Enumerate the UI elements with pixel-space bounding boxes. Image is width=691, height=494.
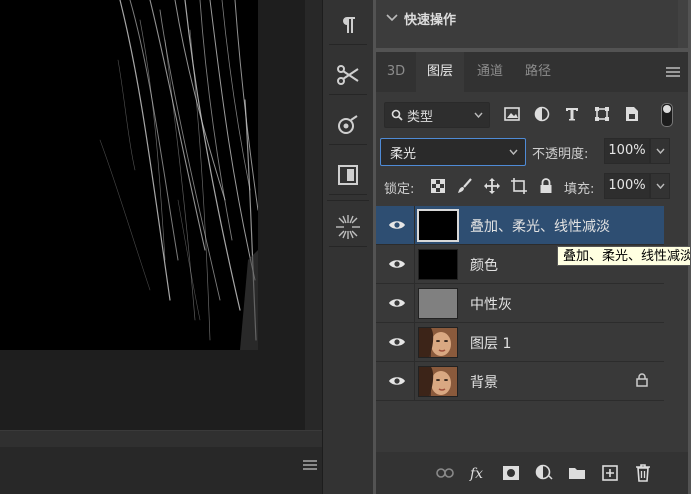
quick-actions-scrollbar[interactable] — [678, 0, 688, 48]
navigator-icon[interactable] — [329, 156, 367, 195]
quick-actions-panel: 快速操作 — [376, 0, 688, 48]
lock-image-pixels-icon[interactable] — [455, 176, 475, 196]
layers-panel-footer: fx — [376, 452, 688, 494]
lock-artboard-icon[interactable] — [509, 176, 529, 196]
layer-name[interactable]: 颜色 — [470, 255, 498, 275]
chevron-down-icon — [655, 148, 665, 154]
tab-layers[interactable]: 图层 — [416, 52, 464, 92]
layer-row[interactable]: 图层 1 — [376, 323, 664, 362]
new-group-icon[interactable] — [566, 462, 588, 484]
layer-thumbnail[interactable] — [418, 288, 458, 319]
filter-kind-select[interactable]: 类型 — [384, 102, 490, 128]
filter-toggle-switch[interactable] — [661, 103, 673, 127]
panel-menu-icon[interactable] — [666, 67, 680, 79]
smart-object-filter-icon[interactable] — [622, 104, 642, 124]
layers-panel: 3D 图层 通道 路径 类型 柔光 不透明度: 100% 锁定: 填充: 100… — [376, 52, 688, 494]
layer-filter-row: 类型 — [376, 100, 688, 130]
layer-thumbnail[interactable] — [418, 327, 458, 358]
lock-all-icon[interactable] — [536, 176, 556, 196]
visibility-eye-icon[interactable] — [388, 374, 406, 388]
paragraph-icon[interactable] — [329, 6, 367, 45]
adjustment-layer-filter-icon[interactable] — [532, 104, 552, 124]
layer-row[interactable]: 中性灰 — [376, 284, 664, 323]
tab-paths[interactable]: 路径 — [516, 52, 560, 92]
add-mask-icon[interactable] — [500, 462, 522, 484]
lock-label: 锁定: — [384, 182, 415, 197]
visibility-eye-icon[interactable] — [388, 257, 406, 271]
layer-name-tooltip: 叠加、柔光、线性减淡 — [557, 246, 691, 266]
opacity-dropdown-arrow[interactable] — [650, 138, 670, 164]
opacity-field[interactable]: 100% — [604, 138, 650, 164]
lock-row: 锁定: 填充: 100% — [376, 173, 688, 201]
fill-dropdown-arrow[interactable] — [650, 173, 670, 199]
document-canvas-area[interactable] — [0, 0, 322, 494]
chevron-down-icon — [655, 183, 665, 189]
layer-row[interactable]: 叠加、柔光、线性减淡 — [376, 206, 664, 245]
visibility-eye-icon[interactable] — [388, 218, 406, 232]
layer-name[interactable]: 图层 1 — [470, 333, 511, 353]
blend-mode-select[interactable]: 柔光 — [380, 138, 526, 166]
pixel-layer-filter-icon[interactable] — [502, 104, 522, 124]
image-canvas[interactable] — [0, 0, 258, 350]
fill-field[interactable]: 100% — [604, 173, 650, 199]
adjustments-icon[interactable] — [329, 106, 367, 145]
opacity-label: 不透明度: — [532, 147, 589, 162]
layer-name[interactable]: 背景 — [470, 372, 498, 392]
lock-icon — [636, 373, 648, 391]
chevron-down-icon — [509, 149, 518, 155]
layer-thumbnail[interactable] — [417, 209, 459, 242]
tool-presets-icon[interactable] — [329, 56, 367, 95]
link-layers-icon[interactable] — [434, 462, 456, 484]
chevron-down-icon[interactable] — [386, 11, 398, 26]
layer-list: 叠加、柔光、线性减淡 颜色 中性灰 图层 1 背景 — [376, 206, 664, 406]
visibility-eye-icon[interactable] — [388, 335, 406, 349]
horizontal-scrollbar[interactable] — [0, 430, 322, 447]
quick-actions-title[interactable]: 快速操作 — [404, 9, 456, 28]
shape-layer-filter-icon[interactable] — [592, 104, 612, 124]
brush-settings-icon[interactable] — [329, 208, 367, 247]
search-icon — [391, 109, 403, 121]
layer-thumbnail[interactable] — [418, 249, 458, 280]
lock-transparent-pixels-icon[interactable] — [428, 176, 448, 196]
layer-name[interactable]: 中性灰 — [470, 294, 512, 314]
tab-channels[interactable]: 通道 — [468, 52, 512, 92]
blend-mode-value: 柔光 — [390, 147, 417, 162]
tab-3d[interactable]: 3D — [376, 52, 416, 92]
panel-icon-strip — [322, 0, 374, 494]
svg-text:fx: fx — [469, 466, 483, 481]
canvas-bottom-area — [0, 447, 322, 494]
visibility-eye-icon[interactable] — [388, 296, 406, 310]
type-layer-filter-icon[interactable] — [562, 104, 582, 124]
blend-row: 柔光 不透明度: 100% — [376, 138, 688, 166]
new-layer-icon[interactable] — [599, 462, 621, 484]
chevron-down-icon — [474, 112, 483, 118]
filter-kind-label: 类型 — [407, 110, 434, 125]
layer-list-scrollbar[interactable] — [666, 206, 688, 452]
fill-label: 填充: — [564, 182, 595, 197]
adjustment-layer-icon[interactable] — [533, 462, 555, 484]
layer-row[interactable]: 背景 — [376, 362, 664, 401]
panel-collapse-menu-icon[interactable] — [303, 460, 317, 472]
layer-name[interactable]: 叠加、柔光、线性减淡 — [470, 216, 610, 236]
fx-icon[interactable]: fx — [467, 462, 489, 484]
delete-layer-icon[interactable] — [632, 462, 654, 484]
panel-tabs: 3D 图层 通道 路径 — [376, 52, 688, 92]
lock-position-icon[interactable] — [482, 176, 502, 196]
layer-thumbnail[interactable] — [418, 366, 458, 397]
